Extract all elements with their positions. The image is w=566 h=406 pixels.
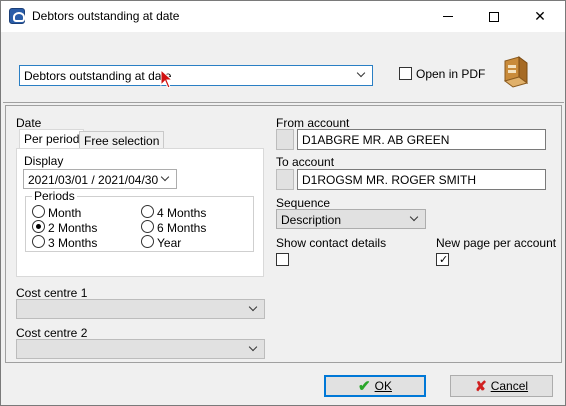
dialog-window: Debtors outstanding at date ✕ Debtors ou… bbox=[0, 0, 566, 406]
radio-2-months-label: 2 Months bbox=[48, 221, 98, 235]
mouse-cursor-icon bbox=[160, 69, 174, 89]
cost-centre-2-label: Cost centre 2 bbox=[16, 326, 88, 340]
chevron-down-icon bbox=[409, 213, 421, 225]
radio-year[interactable] bbox=[141, 235, 154, 248]
open-in-pdf-checkbox[interactable] bbox=[399, 67, 412, 80]
radio-3-months[interactable] bbox=[32, 235, 45, 248]
chevron-down-icon bbox=[248, 303, 260, 315]
display-select-value: 2021/03/01 / 2021/04/30 bbox=[28, 173, 159, 187]
to-account-value: D1ROGSM MR. ROGER SMITH bbox=[302, 173, 477, 187]
check-icon: ✔ bbox=[358, 378, 371, 395]
new-page-per-account-label: New page per account bbox=[436, 236, 557, 250]
cost-centre-1-label: Cost centre 1 bbox=[16, 286, 88, 300]
tab-free-selection[interactable]: Free selection bbox=[79, 131, 165, 149]
radio-4-months-label: 4 Months bbox=[157, 206, 207, 220]
radio-2-months[interactable] bbox=[32, 220, 45, 233]
from-account-field[interactable]: D1ABGRE MR. AB GREEN bbox=[297, 129, 546, 150]
display-select[interactable]: 2021/03/01 / 2021/04/30 bbox=[23, 169, 177, 189]
radio-6-months-label: 6 Months bbox=[157, 221, 207, 235]
show-contact-details-label: Show contact details bbox=[276, 236, 387, 250]
to-account-lookup-button[interactable] bbox=[276, 169, 294, 190]
date-label: Date bbox=[16, 116, 42, 130]
chevron-down-icon bbox=[248, 343, 260, 355]
from-account-value: D1ABGRE MR. AB GREEN bbox=[302, 133, 450, 147]
radio-4-months[interactable] bbox=[141, 205, 154, 218]
window-title: Debtors outstanding at date bbox=[32, 9, 180, 23]
cost-centre-1-select[interactable] bbox=[16, 299, 265, 319]
minimize-button[interactable] bbox=[425, 1, 471, 32]
show-contact-details-checkbox[interactable] bbox=[276, 253, 289, 266]
cancel-button[interactable]: ✘ Cancel bbox=[450, 375, 553, 397]
cancel-x-icon: ✘ bbox=[474, 377, 487, 394]
open-in-pdf-label: Open in PDF bbox=[416, 67, 486, 81]
periods-label: Periods bbox=[32, 189, 77, 203]
cancel-button-label: Cancel bbox=[490, 379, 529, 393]
title-bar[interactable]: Debtors outstanding at date ✕ bbox=[1, 1, 565, 32]
minimize-icon bbox=[443, 16, 453, 17]
close-icon: ✕ bbox=[534, 8, 546, 24]
sequence-value: Description bbox=[281, 213, 342, 227]
sequence-label: Sequence bbox=[276, 196, 331, 210]
maximize-icon bbox=[489, 11, 499, 22]
radio-6-months[interactable] bbox=[141, 220, 154, 233]
report-select-value: Debtors outstanding at date bbox=[24, 69, 172, 83]
maximize-button[interactable] bbox=[471, 1, 517, 32]
from-account-label: From account bbox=[276, 116, 350, 130]
tab-per-period[interactable]: Per period bbox=[19, 129, 85, 149]
radio-month-label: Month bbox=[48, 206, 82, 220]
sequence-select[interactable]: Description bbox=[276, 209, 426, 229]
ok-button-label: OK bbox=[374, 379, 392, 393]
chevron-down-icon bbox=[356, 69, 368, 81]
close-button[interactable]: ✕ bbox=[517, 1, 563, 32]
ok-button[interactable]: ✔ OK bbox=[324, 375, 426, 397]
printer-icon[interactable] bbox=[501, 55, 531, 89]
report-select[interactable]: Debtors outstanding at date bbox=[19, 65, 373, 86]
to-account-label: To account bbox=[276, 155, 335, 169]
chevron-down-icon bbox=[160, 173, 172, 185]
report-selection-panel: Debtors outstanding at date Open in PDF bbox=[3, 33, 564, 103]
radio-3-months-label: 3 Months bbox=[48, 236, 98, 250]
to-account-field[interactable]: D1ROGSM MR. ROGER SMITH bbox=[297, 169, 546, 190]
radio-year-label: Year bbox=[157, 236, 182, 250]
radio-month[interactable] bbox=[32, 205, 45, 218]
checkmark-icon: ✓ bbox=[439, 254, 449, 266]
new-page-per-account-checkbox[interactable]: ✓ bbox=[436, 253, 449, 266]
from-account-lookup-button[interactable] bbox=[276, 129, 294, 150]
app-icon bbox=[9, 8, 25, 24]
cost-centre-2-select[interactable] bbox=[16, 339, 265, 359]
display-label: Display bbox=[24, 154, 64, 168]
